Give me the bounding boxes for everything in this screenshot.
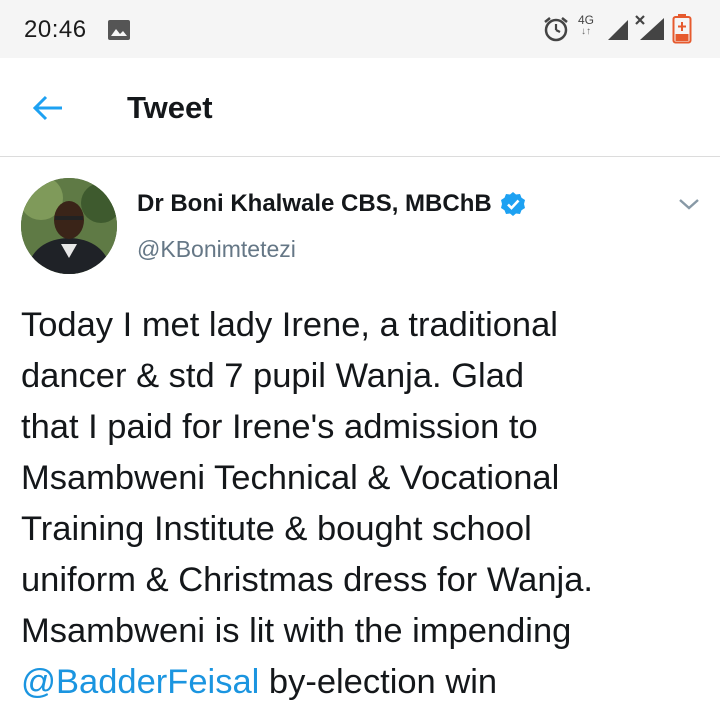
status-bar: 20:46 4G ↓↑: [0, 0, 720, 58]
app-header: Tweet: [0, 58, 720, 157]
avatar-photo: [21, 178, 117, 274]
tweet-line: Today I met lady Irene, a traditional: [21, 306, 558, 344]
avatar[interactable]: [21, 178, 117, 274]
tweet-line: Training Institute & bought school: [21, 510, 532, 548]
tweet-line: dancer & std 7 pupil Wanja. Glad: [21, 357, 525, 395]
tweet-line-last: @BadderFeisal by-election win: [21, 657, 711, 708]
network-arrows: ↓↑: [581, 26, 591, 37]
author-row: Dr Boni Khalwale CBS, MBChB: [137, 190, 526, 218]
network-indicator: 4G ↓↑: [578, 14, 594, 38]
status-time: 20:46: [24, 16, 87, 43]
alarm-icon: [544, 17, 568, 42]
signal-icon: [608, 20, 628, 40]
gallery-icon: [108, 20, 130, 40]
author-handle[interactable]: @KBonimtetezi: [137, 236, 296, 263]
page-title: Tweet: [127, 90, 213, 125]
chevron-down-icon[interactable]: [676, 194, 702, 214]
tweet-line: that I paid for Irene's admission to: [21, 408, 538, 446]
tweet-line: Msambweni Technical & Vocational: [21, 459, 560, 497]
tweet-text: Today I met lady Irene, a traditional da…: [21, 300, 711, 708]
tweet-line-rest: by-election win: [259, 663, 498, 701]
tweet-line: uniform & Christmas dress for Wanja.: [21, 561, 593, 599]
signal-no-data-icon: [635, 15, 664, 40]
author-name[interactable]: Dr Boni Khalwale CBS, MBChB: [137, 190, 492, 218]
mention-link[interactable]: @BadderFeisal: [21, 663, 259, 701]
battery-low-icon: [672, 14, 692, 44]
network-type: 4G: [578, 13, 595, 27]
verified-badge-icon: [500, 192, 525, 216]
back-arrow-icon[interactable]: [30, 90, 66, 126]
tweet-line: Msambweni is lit with the impending: [21, 612, 572, 650]
